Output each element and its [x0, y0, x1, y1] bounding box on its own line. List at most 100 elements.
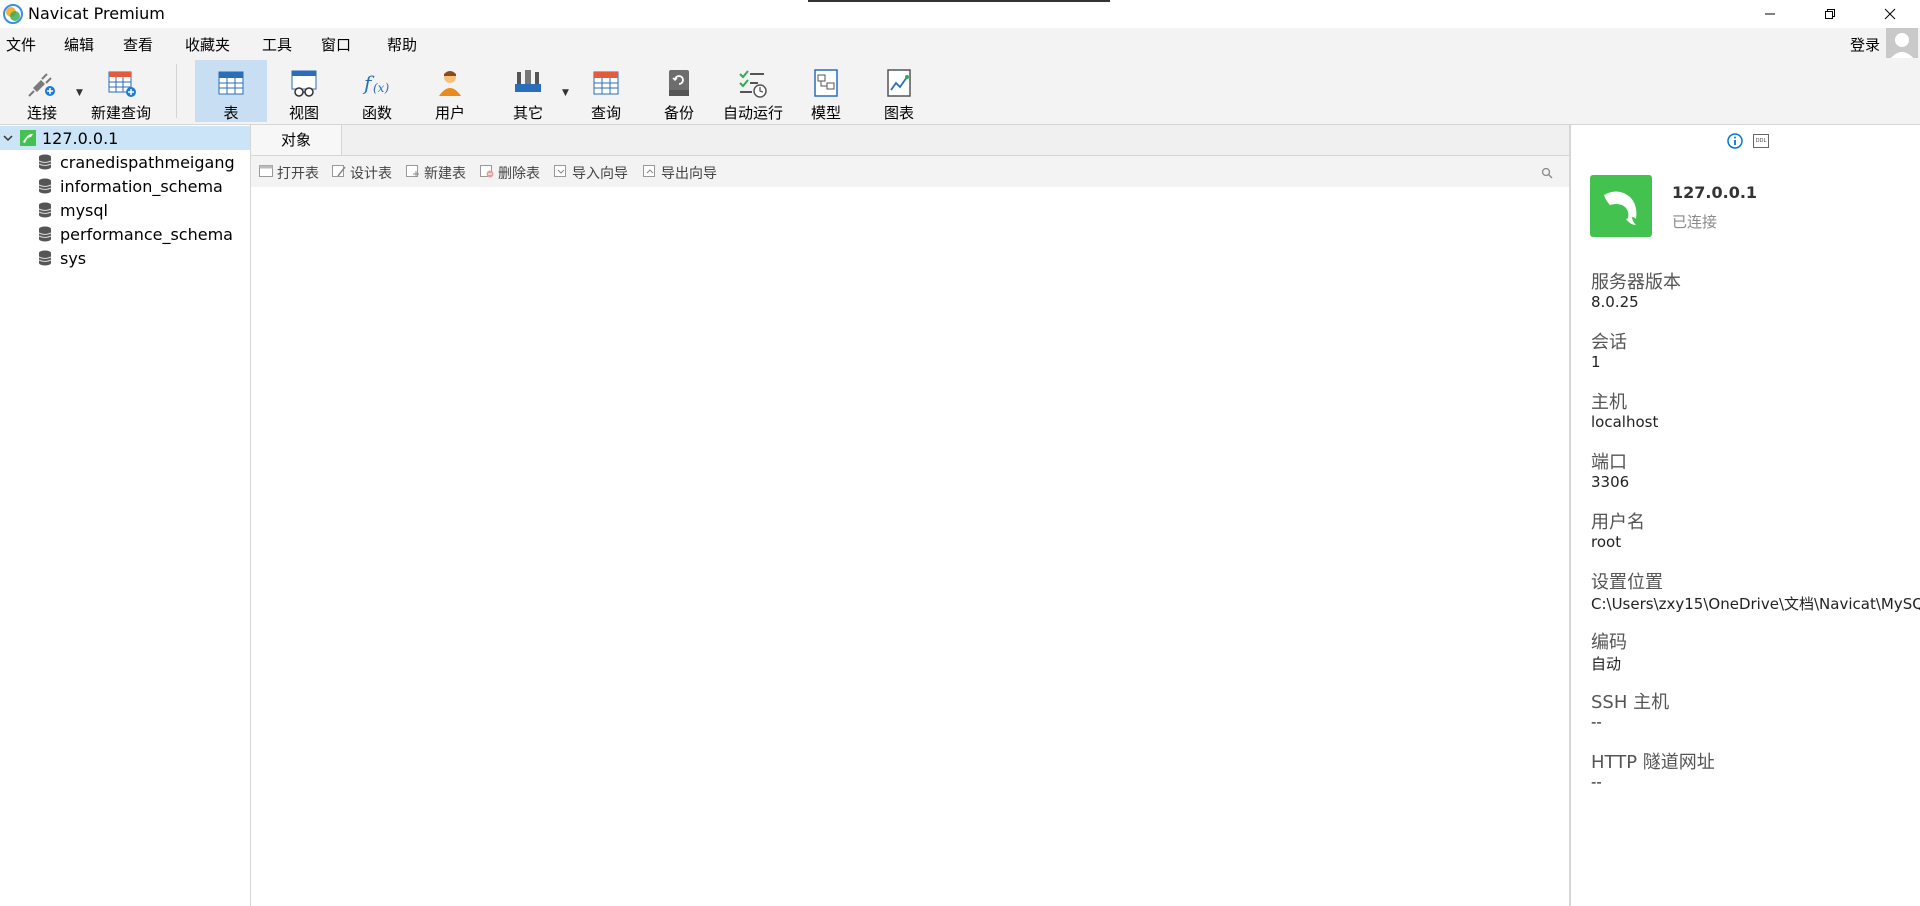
tree-database-item[interactable]: sys: [0, 246, 250, 270]
connect-label: 连接: [26, 104, 57, 122]
toolbar-separator: [176, 64, 177, 118]
database-icon: [38, 226, 52, 242]
avatar[interactable]: [1886, 28, 1918, 60]
table-label: 表: [223, 104, 239, 122]
model-icon: [814, 69, 838, 97]
search-icon[interactable]: [1541, 167, 1553, 179]
new-query-icon: [108, 71, 136, 97]
svg-text:(x): (x): [373, 81, 389, 95]
minimize-button[interactable]: [1740, 0, 1800, 28]
prop-host-value: localhost: [1591, 413, 1659, 431]
user-avatar-icon: [1889, 33, 1915, 60]
connection-name: 127.0.0.1: [1672, 183, 1758, 202]
navigation-pane: 127.0.0.1 cranedispathmeigang informatio…: [0, 125, 251, 906]
menu-edit[interactable]: 编辑: [64, 34, 94, 55]
export-icon: [643, 165, 655, 177]
dolphin-icon: [1604, 191, 1637, 225]
new-query-button[interactable]: 新建查询: [84, 60, 158, 122]
tree-database-label: sys: [60, 249, 87, 268]
tree-connection-node[interactable]: 127.0.0.1: [0, 126, 250, 150]
login-link[interactable]: 登录: [1850, 34, 1880, 55]
automation-label: 自动运行: [722, 104, 783, 122]
backup-label: 备份: [663, 104, 694, 122]
tree-database-item[interactable]: cranedispathmeigang: [0, 150, 250, 174]
new-query-label: 新建查询: [90, 104, 151, 122]
plug-icon: [28, 73, 55, 97]
prop-username-value: root: [1591, 533, 1622, 551]
connect-button[interactable]: 连接: [6, 60, 78, 122]
user-icon: [439, 71, 461, 96]
connection-status: 已连接: [1672, 213, 1718, 231]
tree-database-item[interactable]: mysql: [0, 198, 250, 222]
other-dropdown-icon[interactable]: ▼: [562, 88, 569, 98]
design-table-button[interactable]: 设计表: [332, 163, 404, 182]
open-table-label: 打开表: [277, 166, 319, 182]
menu-help[interactable]: 帮助: [387, 34, 417, 55]
drag-indicator: [808, 0, 1110, 2]
function-icon: f (x): [362, 71, 389, 95]
table-button[interactable]: 表: [195, 60, 267, 122]
backup-icon: [669, 70, 689, 96]
prop-ssh-host-value: --: [1591, 713, 1602, 731]
export-wizard-button[interactable]: 导出向导: [643, 163, 729, 182]
open-table-button[interactable]: 打开表: [259, 163, 331, 182]
prop-host-label: 主机: [1591, 392, 1627, 413]
function-label: 函数: [361, 104, 392, 122]
menu-view[interactable]: 查看: [123, 34, 153, 55]
tree-database-item[interactable]: information_schema: [0, 174, 250, 198]
menu-favorites[interactable]: 收藏夹: [185, 34, 230, 55]
restore-button[interactable]: [1800, 0, 1860, 28]
tree-connection-label: 127.0.0.1: [42, 129, 119, 148]
object-toolbar: 打开表 设计表 新建表 删除表 导入向导 导出向导: [251, 156, 1569, 187]
chart-icon: [887, 69, 911, 97]
delete-table-button[interactable]: 删除表: [480, 163, 552, 182]
menu-tools[interactable]: 工具: [262, 34, 292, 55]
model-button[interactable]: 模型: [790, 60, 862, 122]
tree-database-label: mysql: [60, 201, 108, 220]
prop-settings-location-value: C:\Users\zxy15\OneDrive\文档\Navicat\MySQL: [1591, 595, 1920, 613]
connect-dropdown-icon[interactable]: ▼: [76, 88, 83, 98]
window-title: Navicat Premium: [28, 4, 165, 23]
new-table-icon: [406, 165, 419, 177]
ddl-icon[interactable]: DDL: [1753, 134, 1769, 148]
prop-server-version-label: 服务器版本: [1591, 272, 1681, 293]
import-icon: [554, 165, 566, 177]
other-button[interactable]: 其它: [492, 60, 564, 122]
prop-server-version-value: 8.0.25: [1591, 293, 1639, 311]
database-icon: [38, 178, 52, 194]
chart-button[interactable]: 图表: [863, 60, 935, 122]
automation-button[interactable]: 自动运行: [717, 60, 789, 122]
query-icon: [593, 71, 619, 95]
user-button[interactable]: 用户: [414, 60, 486, 122]
delete-table-label: 删除表: [498, 166, 540, 182]
query-button[interactable]: 查询: [570, 60, 642, 122]
navicat-logo-icon: [3, 4, 23, 24]
database-icon: [38, 202, 52, 218]
prop-username-label: 用户名: [1591, 512, 1645, 533]
prop-encoding-value: 自动: [1591, 655, 1622, 673]
function-button[interactable]: f (x) 函数: [341, 60, 413, 122]
menu-window[interactable]: 窗口: [321, 34, 351, 55]
export-wizard-label: 导出向导: [661, 166, 717, 182]
view-button[interactable]: 视图: [268, 60, 340, 122]
automation-icon: [739, 70, 767, 98]
design-table-icon: [332, 165, 346, 177]
backup-button[interactable]: 备份: [643, 60, 715, 122]
prop-http-tunnel-label: HTTP 隧道网址: [1591, 752, 1715, 773]
info-icon[interactable]: [1727, 133, 1743, 149]
chevron-down-icon[interactable]: [3, 133, 13, 143]
objects-pane: 对象 打开表 设计表 新建表 删除表 导入向导 导出向导: [251, 125, 1569, 906]
import-wizard-button[interactable]: 导入向导: [554, 163, 640, 182]
close-button[interactable]: [1860, 0, 1920, 28]
new-table-button[interactable]: 新建表: [406, 163, 478, 182]
prop-sessions-label: 会话: [1591, 332, 1627, 353]
tab-objects[interactable]: 对象: [251, 125, 342, 155]
new-table-label: 新建表: [424, 166, 466, 182]
menu-bar: 文件 编辑 查看 收藏夹 工具 窗口 帮助 登录: [0, 28, 1920, 58]
info-pane: DDL 127.0.0.1 已连接 服务器版本 8.0.25 会话 1 主机 l…: [1571, 125, 1920, 906]
main-toolbar: 连接 ▼ 新建查询 表 视图 f (x) 函数 用户 其它 ▼ 查询 备份 自动…: [0, 58, 1920, 125]
menu-file[interactable]: 文件: [6, 34, 36, 55]
tree-database-item[interactable]: performance_schema: [0, 222, 250, 246]
prop-sessions-value: 1: [1591, 353, 1601, 371]
title-bar: Navicat Premium: [0, 0, 1920, 28]
